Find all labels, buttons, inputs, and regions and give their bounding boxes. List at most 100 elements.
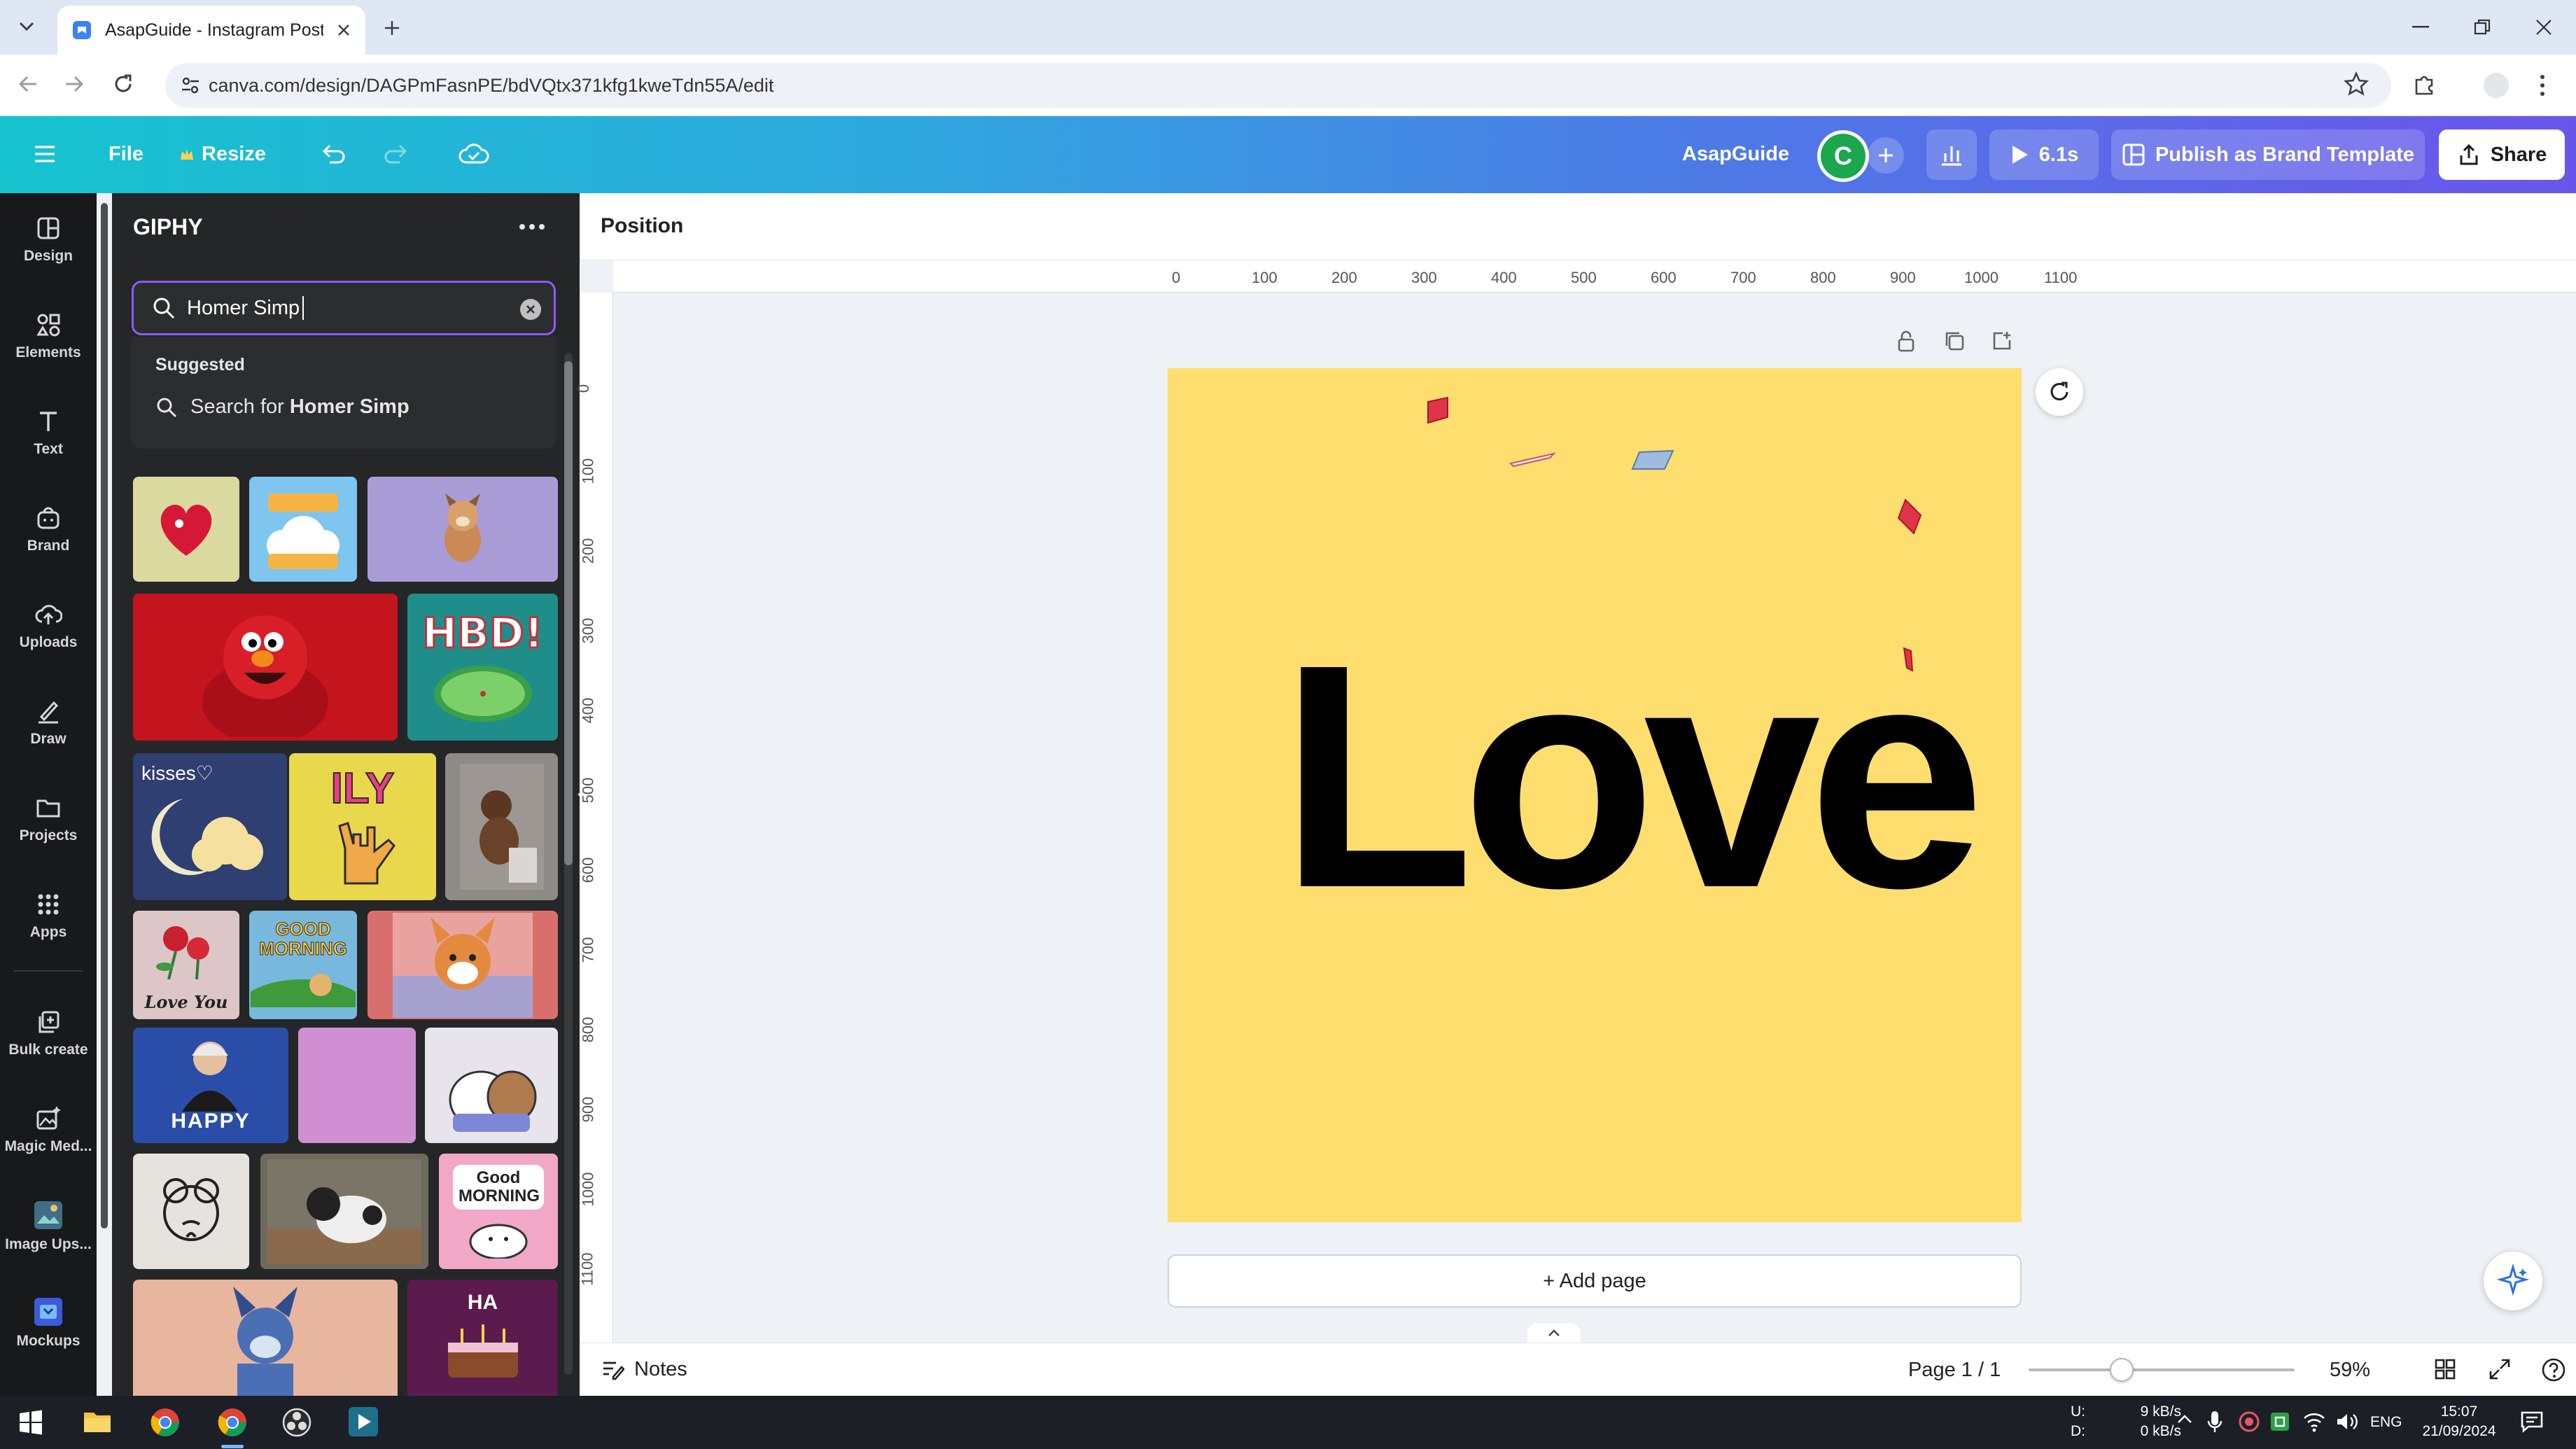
grid-view-button[interactable] (2433, 1357, 2457, 1381)
rail-item-image-upscaler[interactable]: Image Ups... (0, 1184, 97, 1268)
tray-app[interactable] (2269, 1411, 2290, 1432)
gif-thumb[interactable] (133, 594, 398, 741)
address-bar[interactable]: canva.com/design/DAGPmFasnPE/bdVQtx371kf… (165, 63, 2391, 108)
magic-assistant-button[interactable] (2484, 1252, 2542, 1310)
clock-time[interactable]: 15:07 (2415, 1403, 2503, 1421)
rail-item-mockups[interactable]: Mockups (0, 1281, 97, 1365)
share-button[interactable]: Share (2439, 130, 2565, 180)
restore-button[interactable] (2461, 10, 2503, 45)
rail-item-projects[interactable]: Projects (0, 777, 97, 861)
confetti-piece[interactable] (1630, 448, 1676, 473)
notes-button[interactable]: Notes (601, 1357, 687, 1381)
back-button[interactable] (15, 71, 41, 97)
position-button[interactable]: Position (601, 214, 683, 238)
rail-item-magic-media[interactable]: Magic Med... (0, 1088, 97, 1172)
browser-menu-button[interactable] (2538, 73, 2547, 98)
invite-button[interactable] (1868, 137, 1904, 174)
gif-thumb[interactable] (425, 1028, 558, 1143)
gif-thumb[interactable] (368, 477, 558, 582)
rail-item-uploads[interactable]: Uploads (0, 584, 97, 668)
gif-thumb[interactable] (368, 911, 558, 1019)
zoom-slider-handle[interactable] (2110, 1358, 2134, 1382)
notification-center-button[interactable] (2520, 1410, 2544, 1434)
giphy-search-input[interactable]: Homer Simp (132, 281, 556, 335)
present-button[interactable]: 6.1s (1989, 130, 2099, 180)
gif-thumb[interactable]: GOOD MORNING (249, 911, 357, 1019)
add-page-after-button[interactable] (1990, 329, 2014, 353)
resize-button[interactable]: Resize (179, 143, 266, 166)
bookmark-button[interactable] (2344, 71, 2369, 97)
rail-item-apps[interactable]: Apps (0, 874, 97, 958)
gif-thumb[interactable]: Good MORNING (439, 1154, 558, 1269)
gif-thumb[interactable]: HBD! (407, 594, 558, 741)
rail-scrollbar[interactable] (101, 203, 108, 1228)
gif-thumb[interactable] (133, 477, 239, 582)
clear-search-button[interactable] (520, 299, 541, 320)
gif-thumb[interactable]: HAPPY (133, 1028, 288, 1143)
tray-microphone[interactable] (2206, 1410, 2223, 1434)
main-menu-button[interactable] (32, 141, 57, 167)
user-avatar[interactable]: C (1817, 130, 1869, 182)
save-status-button[interactable] (458, 140, 490, 169)
new-tab-button[interactable] (378, 14, 406, 42)
rail-item-design[interactable]: Design (0, 197, 97, 281)
input-language[interactable]: ENG (2370, 1413, 2402, 1432)
confetti-piece[interactable] (1424, 395, 1452, 426)
minimize-button[interactable] (2400, 10, 2442, 45)
close-window-button[interactable] (2523, 10, 2565, 45)
confetti-piece[interactable] (1508, 451, 1557, 468)
panel-more-button[interactable] (518, 223, 546, 231)
taskbar-obs[interactable] (281, 1407, 312, 1438)
profile-button[interactable] (2484, 73, 2509, 98)
rail-item-draw[interactable]: Draw (0, 680, 97, 764)
insights-button[interactable] (1926, 130, 1977, 180)
file-menu-button[interactable]: File (108, 143, 144, 166)
zoom-level[interactable]: 59% (2330, 1359, 2370, 1382)
canvas-text-love[interactable]: Love (1280, 617, 1985, 936)
show-hidden-icons-button[interactable] (2177, 1414, 2192, 1424)
extensions-button[interactable] (2412, 71, 2437, 97)
refresh-suggestion-button[interactable] (2036, 368, 2083, 416)
suggestion-item[interactable]: Search for Homer Simp (155, 396, 410, 419)
gif-thumb[interactable] (260, 1154, 428, 1269)
gif-thumb[interactable]: HA (407, 1280, 558, 1396)
taskbar-editor[interactable] (347, 1406, 379, 1438)
forward-button[interactable] (62, 71, 87, 97)
gif-thumb[interactable]: ILY (289, 753, 436, 900)
gif-thumb[interactable] (249, 477, 357, 582)
close-tab-icon[interactable] (336, 22, 351, 38)
zoom-slider[interactable] (2029, 1358, 2295, 1382)
redo-button[interactable] (382, 140, 411, 169)
gif-thumb[interactable] (298, 1028, 416, 1143)
expand-pages-button[interactable] (1527, 1323, 1581, 1343)
gif-thumb[interactable]: kisses♡ (133, 753, 287, 900)
gif-thumb[interactable]: Love You (133, 911, 239, 1019)
lock-page-button[interactable] (1894, 329, 1918, 353)
tray-wifi[interactable] (2303, 1411, 2325, 1432)
tray-volume[interactable] (2335, 1411, 2358, 1432)
undo-button[interactable] (318, 140, 348, 169)
start-button[interactable] (18, 1410, 43, 1435)
taskbar-file-explorer[interactable] (83, 1408, 112, 1435)
help-button[interactable] (2541, 1357, 2566, 1382)
clock-date[interactable]: 21/09/2024 (2415, 1422, 2503, 1441)
reload-button[interactable] (111, 71, 136, 97)
design-canvas[interactable]: Love (1168, 368, 2022, 1222)
tab-search-button[interactable] (13, 13, 41, 41)
duplicate-page-button[interactable] (1942, 329, 1966, 353)
confetti-piece[interactable] (1896, 497, 1924, 536)
publish-brand-template-button[interactable]: Publish as Brand Template (2111, 130, 2425, 180)
page-indicator[interactable]: Page 1 / 1 (1908, 1359, 2001, 1382)
rail-item-bulk-create[interactable]: Bulk create (0, 991, 97, 1075)
rail-item-text[interactable]: Text (0, 391, 97, 475)
rail-item-brand[interactable]: Brand (0, 487, 97, 571)
gif-thumb[interactable] (133, 1280, 398, 1396)
add-page-button[interactable]: + Add page (1168, 1254, 2022, 1308)
browser-tab-active[interactable]: AsapGuide - Instagram Post (57, 6, 365, 55)
taskbar-chrome[interactable] (150, 1407, 181, 1438)
team-name[interactable]: AsapGuide (1682, 143, 1789, 166)
gif-thumb[interactable] (445, 753, 558, 900)
rail-item-elements[interactable]: Elements (0, 294, 97, 378)
taskbar-chrome-active[interactable] (217, 1407, 248, 1438)
tray-record[interactable] (2239, 1411, 2260, 1432)
